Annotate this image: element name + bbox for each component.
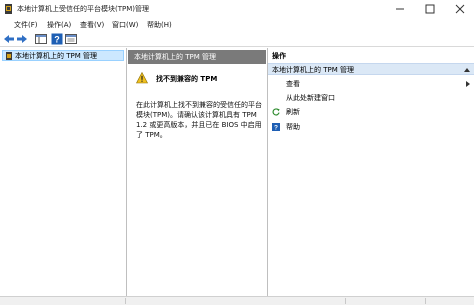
help-icon: ?	[272, 123, 280, 131]
status-segment	[0, 298, 126, 304]
status-bar	[0, 296, 474, 305]
properties-icon[interactable]	[65, 33, 77, 45]
title-bar: 本地计算机上受信任的平台模块(TPM)管理	[0, 0, 474, 18]
svg-text:?: ?	[274, 125, 278, 131]
action-refresh-label: 刷新	[286, 108, 300, 116]
actions-section-header[interactable]: 本地计算机上的 TPM 管理	[268, 63, 474, 75]
close-icon[interactable]	[446, 0, 474, 18]
action-new-window-label: 从此处新建窗口	[286, 94, 335, 102]
toolbar: ?	[0, 31, 474, 47]
tree-item-tpm-management[interactable]: 本地计算机上的 TPM 管理	[2, 50, 124, 61]
help-icon[interactable]: ?	[51, 33, 63, 45]
status-segment	[126, 298, 346, 304]
submenu-arrow-icon	[466, 81, 470, 87]
collapse-up-icon[interactable]	[464, 67, 470, 72]
action-view-label: 查看	[286, 80, 300, 88]
menu-view[interactable]: 查看(V)	[80, 20, 104, 30]
actions-title: 操作	[272, 52, 286, 60]
menu-action[interactable]: 操作(A)	[47, 20, 71, 30]
menu-help[interactable]: 帮助(H)	[147, 20, 172, 30]
tpm-app-icon	[5, 4, 12, 14]
console-tree-icon[interactable]	[35, 33, 47, 45]
tpm-chip-icon	[6, 52, 12, 60]
warning-icon	[136, 72, 148, 84]
action-help[interactable]: ? 帮助	[268, 121, 474, 133]
action-new-window[interactable]: 从此处新建窗口	[268, 92, 474, 104]
back-arrow-icon[interactable]	[3, 33, 15, 45]
svg-text:?: ?	[54, 35, 60, 45]
refresh-icon	[272, 108, 280, 116]
error-title: 找不到兼容的 TPM	[156, 75, 218, 83]
window-title: 本地计算机上受信任的平台模块(TPM)管理	[17, 5, 149, 13]
actions-pane: 操作 本地计算机上的 TPM 管理 查看 从此处新建窗口 刷新 ? 帮助	[267, 48, 474, 296]
tree-item-label: 本地计算机上的 TPM 管理	[15, 52, 97, 60]
action-refresh[interactable]: 刷新	[268, 106, 474, 118]
console-tree: 本地计算机上的 TPM 管理	[0, 48, 127, 296]
error-message: 在此计算机上找不到兼容的受信任的平台模块(TPM)。请确认该计算机具有 TPM …	[136, 101, 262, 139]
minimize-icon[interactable]	[386, 0, 414, 18]
forward-arrow-icon[interactable]	[16, 33, 28, 45]
menu-bar: 文件(F) 操作(A) 查看(V) 窗口(W) 帮助(H)	[0, 18, 474, 31]
actions-section-label: 本地计算机上的 TPM 管理	[272, 66, 354, 74]
menu-window[interactable]: 窗口(W)	[112, 20, 138, 30]
action-view[interactable]: 查看	[268, 78, 474, 90]
result-pane-header: 本地计算机上的 TPM 管理	[128, 50, 266, 64]
result-pane: 本地计算机上的 TPM 管理 找不到兼容的 TPM 在此计算机上找不到兼容的受信…	[128, 48, 266, 296]
maximize-icon[interactable]	[416, 0, 444, 18]
menu-file[interactable]: 文件(F)	[14, 20, 38, 30]
action-help-label: 帮助	[286, 123, 300, 131]
status-segment	[346, 298, 426, 304]
